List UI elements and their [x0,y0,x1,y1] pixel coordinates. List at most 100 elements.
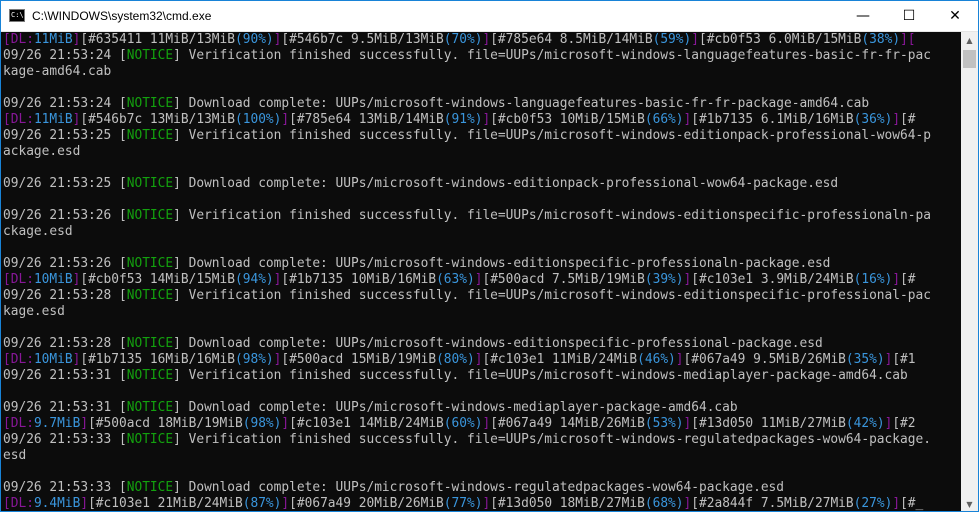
console-text-segment: (68%) [644,496,684,511]
console-text-segment: [DL: [3,272,34,287]
console-text-segment: ] Verification finished successfully. fi… [173,128,931,143]
console-text-segment: [#2 [892,416,916,431]
console-text-segment: ] [892,496,901,511]
console-text-segment: ackage.esd [3,144,81,159]
console-text-segment: (60%) [443,416,483,431]
console-text-segment: ] Verification finished successfully. fi… [173,48,931,63]
console-text-segment: 9.7MiB [33,416,81,431]
console-text-segment: 09/26 21:53:28 [3,288,119,303]
console-line: 09/26 21:53:25 [NOTICE] Download complet… [3,176,961,192]
console-text-segment: [ [119,256,127,271]
console-line: [DL:10MiB][#1b7135 16MiB/16MiB(98%)][#50… [3,352,961,368]
console-text-segment: (66%) [644,112,684,127]
console-text-segment: (42%) [845,416,885,431]
console-text-segment: ] [80,416,89,431]
console-text-segment: ] [675,352,684,367]
console-text-segment: ] [80,496,89,511]
maximize-button[interactable]: ☐ [886,1,932,31]
console-line: [DL:10MiB][#cb0f53 14MiB/15MiB(94%)][#1b… [3,272,961,288]
console-text-segment: 09/26 21:53:28 [3,336,119,351]
console-text-segment: [ [119,400,127,415]
console-text-segment: NOTICE [126,336,174,351]
console-text-segment: [#13d050 18MiB/27MiB [490,496,645,511]
console-line: 09/26 21:53:31 [NOTICE] Verification fin… [3,368,961,384]
console-text-segment: ] Verification finished successfully. fi… [173,432,931,447]
console-text-segment: ckage.esd [3,224,73,239]
console-text-segment: NOTICE [126,288,174,303]
console-text-segment: 9.4MiB [33,496,81,511]
console-text-segment: (77%) [443,496,483,511]
console-text-segment: [ [119,176,127,191]
console-text-segment: (94%) [235,272,274,287]
console-text-segment: ] Download complete: UUPs/microsoft-wind… [173,400,738,415]
console-text-segment: [DL: [3,112,34,127]
console-text-segment: 09/26 21:53:31 [3,368,119,383]
console-text-segment: (36%) [853,112,893,127]
console-text-segment: [#c103e1 3.9MiB/24MiB [691,272,854,287]
close-button[interactable]: ✕ [932,1,978,31]
console-text-segment: [#1b7135 16MiB/16MiB [80,352,235,367]
console-text-segment: ] [281,112,290,127]
console-text-segment: (98%) [235,352,274,367]
console-text-segment: NOTICE [126,480,174,495]
console-text-segment: [#13d050 11MiB/27MiB [691,416,846,431]
console-line: 09/26 21:53:33 [NOTICE] Verification fin… [3,432,961,448]
console-text-segment: [ [119,208,127,223]
console-line: 09/26 21:53:28 [NOTICE] Verification fin… [3,288,961,304]
console-text-segment: [ [119,96,127,111]
console-line: 09/26 21:53:25 [NOTICE] Verification fin… [3,128,961,144]
console-text-segment: ] Download complete: UUPs/microsoft-wind… [173,256,831,271]
window-title: C:\WINDOWS\system32\cmd.exe [32,9,212,23]
console-text-segment: [ [119,128,127,143]
console-text-segment: NOTICE [126,176,174,191]
minimize-button[interactable]: — [840,1,886,31]
console-line: 09/26 21:53:24 [NOTICE] Download complet… [3,96,961,112]
vertical-scrollbar[interactable]: ▲ ▼ [961,32,978,511]
scroll-up-arrow-icon[interactable]: ▲ [961,32,978,49]
console-text-segment: (16%) [853,272,893,287]
console-text-segment: (100%) [235,112,282,127]
console-text-segment: NOTICE [126,368,174,383]
console-line: [DL:9.4MiB][#c103e1 21MiB/24MiB(87%)][#0… [3,496,961,511]
console-line: [DL:9.7MiB][#500acd 18MiB/19MiB(98%)][#c… [3,416,961,432]
console-text-segment: [DL: [3,496,34,511]
console-text-segment: NOTICE [126,128,174,143]
console-text-segment: (63%) [436,272,475,287]
console-text-segment: (39%) [644,272,684,287]
console-text-segment: ] [691,32,699,47]
console-text-segment: [#c103e1 21MiB/24MiB [88,496,243,511]
console-text-segment: (70%) [443,32,483,47]
console-text-segment: 11MiB [33,32,73,47]
console-text-segment: 09/26 21:53:26 [3,256,119,271]
scrollbar-thumb[interactable] [963,50,976,68]
console-output[interactable]: [DL:11MiB][#635411 11MiB/13MiB(90%)][#54… [1,32,961,511]
console-app-icon[interactable]: C:\ [9,9,25,22]
console-text-segment: ] [892,112,901,127]
console-text-segment: (90%) [235,32,274,47]
console-text-segment: (91%) [443,112,483,127]
title-bar[interactable]: C:\ C:\WINDOWS\system32\cmd.exe — ☐ ✕ [1,1,978,32]
console-text-segment: ] Verification finished successfully. fi… [173,288,931,303]
console-text-segment: (27%) [853,496,893,511]
console-text-segment: NOTICE [126,400,174,415]
console-text-segment: [#500acd 7.5MiB/19MiB [482,272,645,287]
console-text-segment: 09/26 21:53:24 [3,96,119,111]
console-text-segment: [# [900,112,916,127]
console-text-segment: [ [119,368,127,383]
scroll-down-arrow-icon[interactable]: ▼ [961,496,978,511]
console-text-segment: [#1 [892,352,916,367]
console-text-segment: ] Verification finished successfully. fi… [173,208,931,223]
console-line: 09/26 21:53:26 [NOTICE] Download complet… [3,256,961,272]
console-text-segment: [#500acd 18MiB/19MiB [88,416,243,431]
console-text-segment: (80%) [436,352,475,367]
console-line: [DL:11MiB][#546b7c 13MiB/13MiB(100%)][#7… [3,112,961,128]
console-text-segment: [#546b7c 9.5MiB/13MiB [281,32,444,47]
console-text-segment: 10MiB [33,352,73,367]
console-text-segment: 09/26 21:53:31 [3,400,119,415]
console-line: ackage.esd [3,144,961,160]
console-text-segment: [#067a49 20MiB/26MiB [289,496,444,511]
console-text-segment: [#067a49 9.5MiB/26MiB [683,352,846,367]
